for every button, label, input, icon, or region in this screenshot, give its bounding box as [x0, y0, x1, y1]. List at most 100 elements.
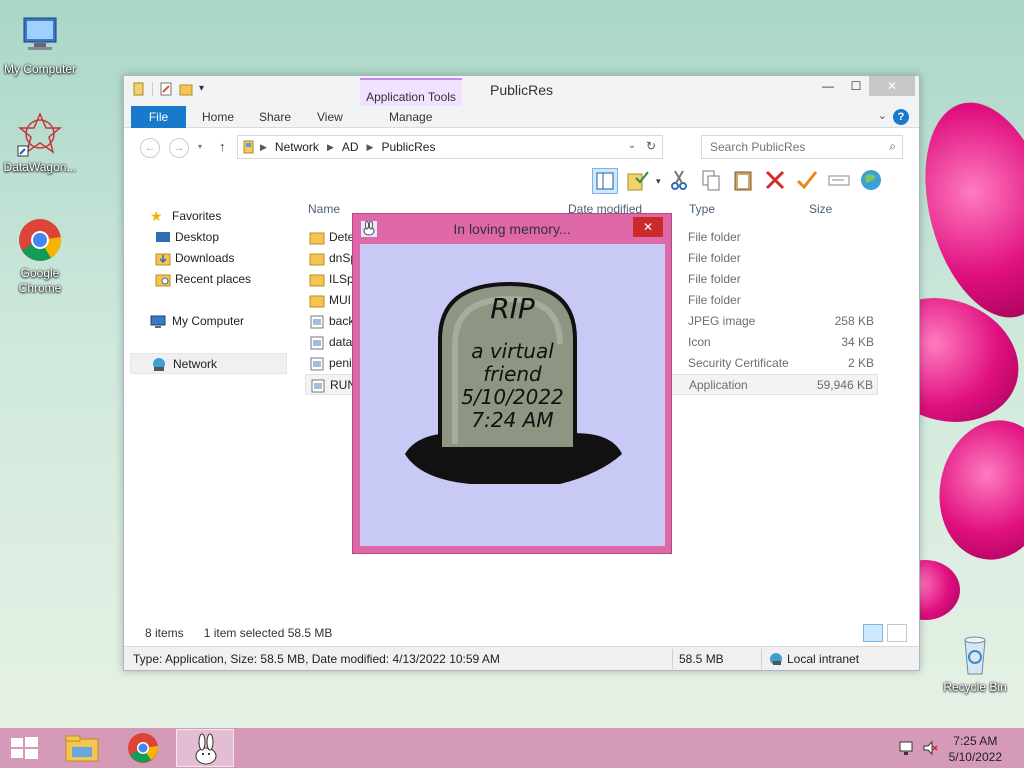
up-button[interactable]: ↑: [219, 139, 226, 154]
clock-time: 7:25 AM: [953, 734, 998, 748]
popup-title: In loving memory...: [453, 221, 571, 237]
nav-label: Recent places: [175, 272, 252, 286]
nav-label: Favorites: [172, 209, 222, 223]
desktop-icon-label: DataWagon...: [3, 160, 77, 174]
intranet-zone-icon: [768, 651, 784, 670]
folder-icon: [309, 252, 325, 266]
recycle-bin-icon: [951, 630, 999, 678]
nav-network[interactable]: Network: [130, 353, 287, 374]
tomb-date: 5/10/2022: [461, 385, 564, 409]
desktop-icon-my-computer[interactable]: My Computer: [0, 12, 80, 77]
details-size: 58.5 MB: [679, 652, 724, 666]
window-title: PublicRes: [489, 82, 554, 98]
file-explorer-icon: [65, 735, 99, 762]
file-name: Dete: [329, 230, 355, 244]
file-type: File folder: [688, 293, 741, 307]
nav-label: My Computer: [172, 314, 245, 328]
file-type: JPEG image: [688, 314, 756, 328]
tomb-line: friend: [483, 362, 542, 386]
properties-check-icon[interactable]: [624, 168, 650, 194]
tab-view[interactable]: View: [305, 106, 355, 128]
chrome-icon: [16, 216, 64, 264]
column-header-name[interactable]: Name: [308, 202, 340, 222]
folder-icon: [309, 231, 325, 245]
address-dropdown-icon[interactable]: ⌄: [628, 140, 636, 151]
start-button[interactable]: [0, 729, 58, 767]
ribbon-tabs: File Home Share View Manage ⌄ ?: [124, 106, 919, 128]
globe-icon[interactable]: [859, 168, 885, 194]
checkmark-icon[interactable]: [795, 168, 821, 194]
nav-my-computer[interactable]: My Computer: [130, 311, 290, 332]
maximize-button[interactable]: ☐: [843, 76, 869, 96]
breadcrumb-publicres[interactable]: PublicRes: [381, 140, 435, 155]
copy-icon[interactable]: [699, 168, 725, 194]
delete-icon[interactable]: [763, 168, 789, 194]
system-clock[interactable]: 7:25 AM 5/10/2022: [949, 733, 1002, 765]
breadcrumb-network[interactable]: Network: [275, 140, 319, 155]
dropdown-icon[interactable]: ▾: [656, 176, 661, 187]
nav-favorites[interactable]: ★ Favorites: [130, 206, 290, 227]
nav-desktop[interactable]: Desktop: [130, 227, 290, 248]
cut-icon[interactable]: [667, 168, 693, 194]
popup-close-button[interactable]: ✕: [633, 217, 663, 237]
desktop-icon-datawagon[interactable]: DataWagon...: [0, 110, 80, 175]
desktop-icon-recycle-bin[interactable]: Recycle Bin: [935, 630, 1015, 695]
desktop-icon-label: Google Chrome: [18, 266, 62, 295]
tab-file[interactable]: File: [131, 106, 186, 128]
expand-ribbon-icon[interactable]: ⌄: [878, 109, 887, 122]
refresh-icon[interactable]: ↻: [646, 139, 656, 153]
nav-label: Desktop: [175, 230, 220, 244]
address-row: ← → ▾ ↑ ▶ Network ▶ AD ▶ PublicRes ⌄ ↻ ⌕: [124, 133, 919, 163]
taskbar-chrome[interactable]: [114, 729, 172, 767]
forward-button[interactable]: →: [169, 138, 189, 158]
recent-locations-icon[interactable]: ▾: [198, 142, 202, 151]
file-size: 2 KB: [847, 356, 874, 370]
navigation-pane: ★ Favorites Desktop Downloads Recent pla…: [130, 206, 290, 374]
clock-date: 5/10/2022: [948, 750, 1002, 764]
desktop-icon-chrome[interactable]: Google Chrome: [0, 216, 80, 296]
file-type: Security Certificate: [688, 356, 789, 370]
nav-recent-places[interactable]: Recent places: [130, 269, 290, 290]
popup-content: RIP a virtual friend 5/10/2022 7:24 AM: [360, 244, 665, 546]
network-location-icon: [242, 139, 256, 158]
search-box[interactable]: ⌕: [701, 135, 903, 159]
file-name: MUI: [329, 293, 351, 307]
file-size: 34 KB: [841, 335, 874, 349]
file-name: data: [329, 335, 353, 349]
taskbar-file-explorer[interactable]: [54, 729, 112, 767]
details-view-button[interactable]: [863, 624, 883, 642]
desktop-icon-label: My Computer: [3, 62, 77, 76]
desktop-icon: [155, 230, 171, 245]
tab-manage[interactable]: Manage: [377, 106, 444, 128]
back-button[interactable]: ←: [140, 138, 160, 158]
search-icon[interactable]: ⌕: [889, 139, 896, 154]
details-info: Type: Application, Size: 58.5 MB, Date m…: [133, 652, 500, 666]
tab-home[interactable]: Home: [190, 106, 246, 128]
nav-downloads[interactable]: Downloads: [130, 248, 290, 269]
file-type: File folder: [688, 272, 741, 286]
recent-places-icon: [155, 272, 171, 287]
tomb-line: a virtual: [471, 339, 554, 363]
breadcrumb-ad[interactable]: AD: [342, 140, 359, 155]
large-icons-view-button[interactable]: [887, 624, 907, 642]
address-bar[interactable]: ▶ Network ▶ AD ▶ PublicRes ⌄ ↻: [237, 135, 663, 159]
minimize-button[interactable]: —: [815, 76, 841, 96]
taskbar-bunny-app[interactable]: [176, 729, 234, 767]
tab-share[interactable]: Share: [247, 106, 303, 128]
paste-icon[interactable]: [731, 168, 757, 194]
tomb-rip: RIP: [490, 292, 535, 325]
item-count: 8 items: [145, 626, 184, 640]
help-icon[interactable]: ?: [893, 109, 909, 125]
preview-pane-icon[interactable]: [592, 168, 618, 194]
search-input[interactable]: [710, 140, 875, 154]
command-toolbar: ▾: [592, 166, 885, 196]
nav-label: Network: [173, 357, 218, 371]
volume-muted-icon[interactable]: [922, 740, 938, 759]
file-type: Application: [689, 378, 748, 392]
column-header-size[interactable]: Size: [809, 202, 832, 222]
file-icon: [309, 315, 325, 329]
network-tray-icon[interactable]: [898, 740, 914, 759]
column-header-type[interactable]: Type: [689, 202, 715, 222]
close-button[interactable]: ✕: [869, 76, 915, 96]
rename-icon[interactable]: [827, 168, 853, 194]
